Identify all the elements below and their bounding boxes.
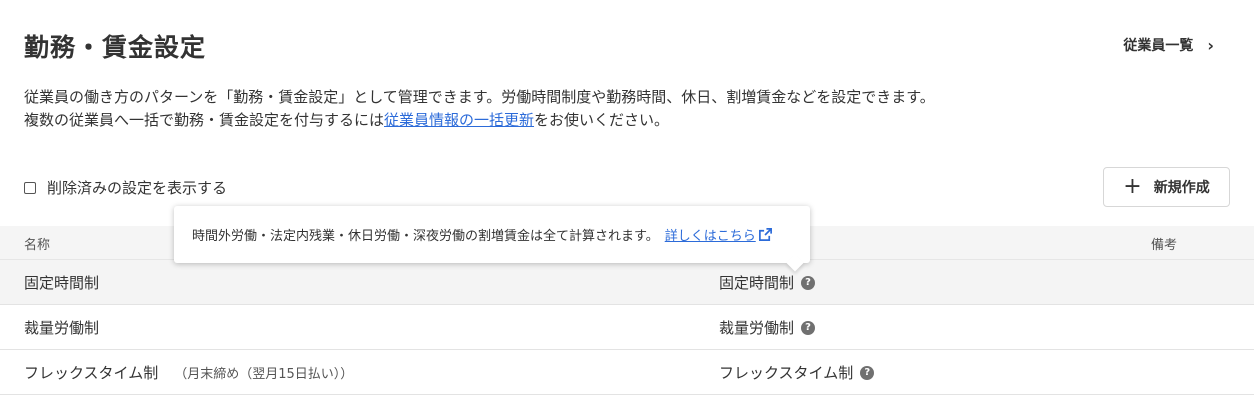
row-type-text: 裁量労働制 <box>719 319 795 337</box>
plus-icon: + <box>1123 174 1142 199</box>
new-create-label: 新規作成 <box>1153 180 1210 196</box>
row-name: 裁量労働制 <box>24 317 99 338</box>
row-type: 裁量労働制 ? <box>719 317 816 338</box>
table-row[interactable]: フレックスタイム制 （月末締め（翌月15日払い）） フレックスタイム制 ? <box>0 350 1254 395</box>
bulk-update-link[interactable]: 従業員情報の一括更新 <box>384 111 534 129</box>
row-name: 固定時間制 <box>24 272 99 293</box>
row-type-text: フレックスタイム制 <box>719 364 854 382</box>
new-create-button[interactable]: + 新規作成 <box>1103 167 1230 207</box>
tooltip-details-link[interactable]: 詳しくはこちら <box>665 225 773 244</box>
help-icon[interactable]: ? <box>801 320 816 335</box>
row-type: 固定時間制 ? <box>719 272 816 293</box>
row-name-text: 裁量労働制 <box>24 319 100 337</box>
page-title: 勤務・賃金設定 <box>24 33 207 62</box>
help-tooltip: 時間外労働・法定内残業・休日労働・深夜労働の割増賃金は全て計算されます。 詳しく… <box>174 206 810 263</box>
show-deleted-filter[interactable]: 削除済みの設定を表示する <box>24 177 227 198</box>
description-text-before: 複数の従業員へ一括で勤務・賃金設定を付与するには <box>24 111 385 129</box>
external-link-icon <box>758 228 772 241</box>
table-row[interactable]: 固定時間制 固定時間制 ? <box>0 260 1254 305</box>
column-header-name: 名称 <box>24 238 51 253</box>
row-name-text: 固定時間制 <box>24 274 100 292</box>
row-name-text: フレックスタイム制 <box>24 364 159 382</box>
table-row[interactable]: 裁量労働制 裁量労働制 ? <box>0 305 1254 350</box>
description-line-1: 従業員の働き方のパターンを「勤務・賃金設定」として管理できます。労働時間制度や勤… <box>24 88 935 106</box>
chevron-right-icon: › <box>1207 35 1214 55</box>
row-name-sub: （月末締め（翌月15日払い）） <box>174 367 354 382</box>
employee-list-link[interactable]: 従業員一覧 › <box>1123 35 1214 55</box>
employee-list-label: 従業員一覧 <box>1123 38 1194 54</box>
page-description: 従業員の働き方のパターンを「勤務・賃金設定」として管理できます。労働時間制度や勤… <box>24 86 935 132</box>
tooltip-text: 時間外労働・法定内残業・休日労働・深夜労働の割増賃金は全て計算されます。 <box>192 229 659 244</box>
description-text-after: をお使いください。 <box>534 111 670 129</box>
help-icon[interactable]: ? <box>801 275 816 290</box>
help-icon[interactable]: ? <box>860 365 875 380</box>
tooltip-link-text: 詳しくはこちら <box>664 229 756 244</box>
show-deleted-checkbox[interactable] <box>24 181 36 194</box>
column-header-note: 備考 <box>1151 238 1178 253</box>
description-line-2: 複数の従業員へ一括で勤務・賃金設定を付与するには従業員情報の一括更新をお使いくだ… <box>24 109 935 132</box>
show-deleted-label: 削除済みの設定を表示する <box>47 179 228 197</box>
row-type-text: 固定時間制 <box>719 274 795 292</box>
row-name: フレックスタイム制 （月末締め（翌月15日払い）） <box>24 362 353 383</box>
row-type: フレックスタイム制 ? <box>719 362 875 383</box>
